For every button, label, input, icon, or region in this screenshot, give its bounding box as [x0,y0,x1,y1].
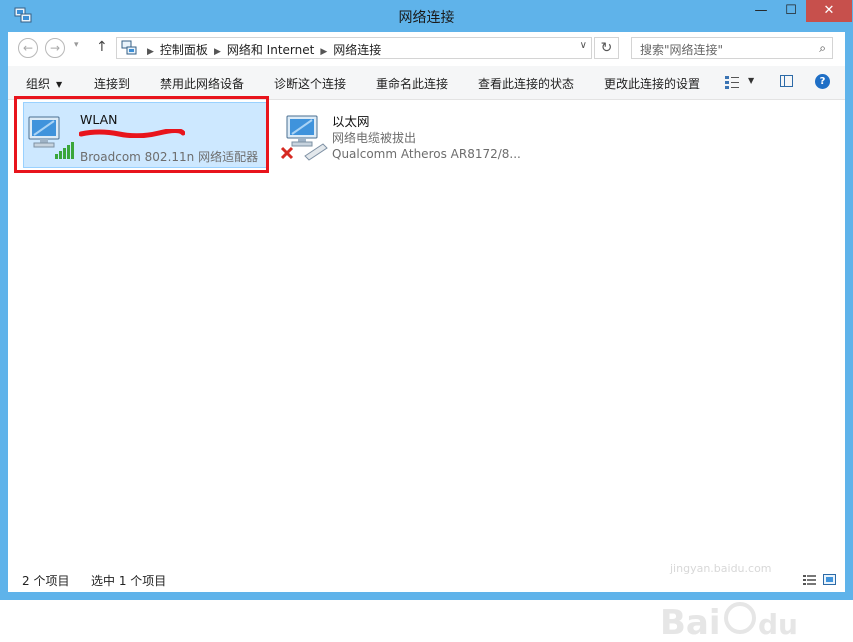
diagnose-connection-button[interactable]: 诊断这个连接 [274,75,346,92]
view-options-chevron-icon[interactable]: ▼ [748,76,754,85]
breadcrumb-separator-icon[interactable]: ▶ [147,47,154,57]
breadcrumb-network-connections[interactable]: 网络连接 [333,43,381,57]
change-view-icon[interactable] [724,74,740,90]
up-button[interactable]: ↑ [96,39,108,55]
breadcrumb-separator-icon[interactable]: ▶ [214,47,221,57]
connection-status: 网络电缆被拔出 [332,131,417,145]
explorer-window: 网络连接 — ☐ ✕ ← → ▾ ↑ ▶ 控制面板 ▶ 网络和 Internet ▶ 网络… [0,0,853,642]
search-box[interactable]: 搜索"网络连接" ⌕ [631,37,833,59]
ethernet-adapter-icon [280,115,328,161]
window-title: 网络连接 [398,10,455,26]
command-bar: 组织 ▼ 连接到 禁用此网络设备 诊断这个连接 重命名此连接 查看此连接的状态 更… [8,66,845,100]
view-status-button[interactable]: 查看此连接的状态 [478,75,574,92]
organize-menu[interactable]: 组织 ▼ [26,75,62,92]
maximize-button[interactable]: ☐ [776,0,806,22]
details-view-icon[interactable] [803,574,816,585]
recent-locations-chevron-icon[interactable]: ▾ [74,40,79,50]
title-bar[interactable]: 网络连接 — ☐ ✕ [0,0,853,32]
watermark-url: jingyan.baidu.com [670,562,772,575]
connect-to-button[interactable]: 连接到 [94,75,130,92]
item-count: 2 个项目 [22,574,70,588]
connection-name: 以太网 [332,114,370,129]
preview-pane-icon[interactable] [780,75,793,87]
chevron-down-icon: ▼ [56,80,63,89]
list-item-ethernet[interactable]: 以太网 网络电缆被拔出 Qualcomm Atheros AR8172/8... [276,102,526,168]
help-icon[interactable]: ? [815,74,830,89]
search-input[interactable]: 搜索"网络连接" [640,41,723,58]
control-panel-icon [121,40,137,55]
breadcrumb-control-panel[interactable]: 控制面板 [160,43,208,57]
connection-device: Qualcomm Atheros AR8172/8... [332,147,521,161]
large-icons-view-icon[interactable] [823,574,836,585]
breadcrumb: ▶ 控制面板 ▶ 网络和 Internet ▶ 网络连接 [141,41,381,58]
change-settings-button[interactable]: 更改此连接的设置 [604,75,700,92]
minimize-button[interactable]: — [746,0,776,22]
window-body: ← → ▾ ↑ ▶ 控制面板 ▶ 网络和 Internet ▶ 网络连接 ∨ ↻ 搜索"网… [8,32,845,642]
address-dropdown-icon[interactable]: ∨ [580,40,587,51]
address-bar[interactable]: ▶ 控制面板 ▶ 网络和 Internet ▶ 网络连接 ∨ [116,37,592,59]
breadcrumb-network-internet[interactable]: 网络和 Internet [227,43,314,57]
disable-device-button[interactable]: 禁用此网络设备 [160,75,244,92]
baidu-watermark-logo: Bai du [660,602,798,642]
selected-count: 选中 1 个项目 [91,574,167,588]
refresh-button[interactable]: ↻ [594,37,619,59]
connections-list: WLAN Broadcom 802.11n 网络适配器 以太网 网络电缆被拔出 … [8,96,845,642]
rename-connection-button[interactable]: 重命名此连接 [376,75,448,92]
navigation-bar: ← → ▾ ↑ ▶ 控制面板 ▶ 网络和 Internet ▶ 网络连接 ∨ ↻ 搜索"网… [8,32,845,66]
organize-label: 组织 [26,77,51,91]
back-button[interactable]: ← [18,38,38,58]
svg-text:du: du [758,608,798,641]
close-button[interactable]: ✕ [806,0,852,22]
svg-text:Bai: Bai [660,603,721,642]
breadcrumb-separator-icon[interactable]: ▶ [320,47,327,57]
forward-button[interactable]: → [45,38,65,58]
search-icon[interactable]: ⌕ [819,41,826,56]
annotation-highlight-box [14,96,269,173]
